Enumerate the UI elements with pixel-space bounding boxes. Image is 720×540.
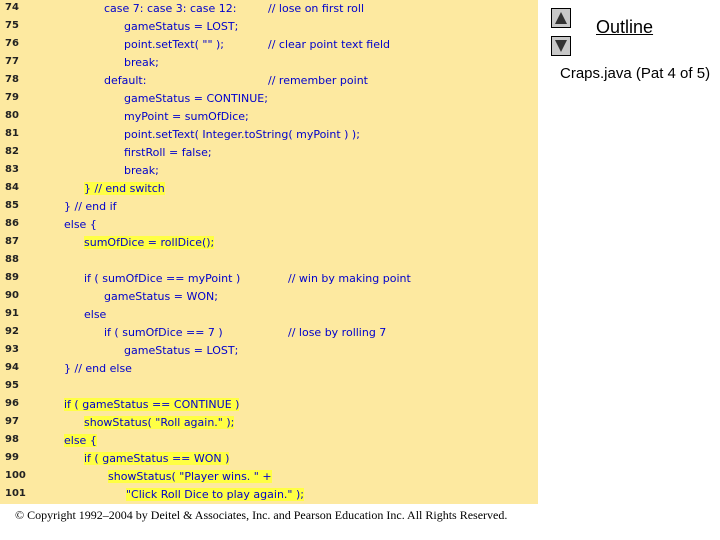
code-text-highlighted: } // end switch [84,182,165,195]
code-line: 91 else [0,306,538,324]
code-text: case 7: case 3: case 12: [104,2,237,15]
code-text-highlighted: "Click Roll Dice to play again." ); [126,488,304,501]
code-line: 75 gameStatus = LOST; [0,18,538,36]
code-comment: // lose on first roll [268,2,365,15]
line-number: 82 [5,146,19,157]
line-number: 85 [5,200,19,211]
code-line: 80 myPoint = sumOfDice; [0,108,538,126]
line-number: 77 [5,56,19,67]
line-number: 94 [5,362,19,373]
triangle-down-icon [555,40,567,52]
slide-subtitle: Craps.java (Pat 4 of 5) [560,65,711,82]
code-text: } // end if [64,200,117,213]
code-line: 86 else { [0,216,538,234]
line-number: 83 [5,164,19,175]
code-line: 89 if ( sumOfDice == myPoint ) // win by… [0,270,538,288]
code-line: 77 break; [0,54,538,72]
code-text: myPoint = sumOfDice; [124,110,249,123]
code-line: 76 point.setText( "" ); // clear point t… [0,36,538,54]
code-text: firstRoll = false; [124,146,212,159]
code-text: gameStatus = CONTINUE; [124,92,268,105]
code-text: gameStatus = LOST; [124,344,239,357]
line-number: 79 [5,92,19,103]
code-line: 85 } // end if [0,198,538,216]
code-text: break; [124,56,159,69]
code-text-highlighted: else { [64,434,97,447]
code-text: point.setText( "" ); [124,38,225,51]
code-text-highlighted: if ( gameStatus == WON ) [84,452,230,465]
code-line: 87 sumOfDice = rollDice(); [0,234,538,252]
code-text-highlighted: showStatus( "Roll again." ); [84,416,235,429]
copyright-notice: © Copyright 1992–2004 by Deitel & Associ… [15,508,508,522]
code-line: 90 gameStatus = WON; [0,288,538,306]
line-number: 97 [5,416,19,427]
code-line: 79 gameStatus = CONTINUE; [0,90,538,108]
code-line: 95 [0,378,538,396]
code-text: gameStatus = LOST; [124,20,239,33]
code-text: break; [124,164,159,177]
previous-slide-button[interactable] [551,8,571,28]
code-line: 74 case 7: case 3: case 12: // lose on f… [0,0,538,18]
line-number: 75 [5,20,19,31]
line-number: 98 [5,434,19,445]
line-number: 101 [5,488,26,499]
code-text-highlighted: if ( gameStatus == CONTINUE ) [64,398,240,411]
code-text-highlighted: sumOfDice = rollDice(); [84,236,215,249]
line-number: 80 [5,110,19,121]
line-number: 99 [5,452,19,463]
code-line: 100 showStatus( "Player wins. " + [0,468,538,486]
code-listing-panel: 74 case 7: case 3: case 12: // lose on f… [0,0,538,504]
code-line: 93 gameStatus = LOST; [0,342,538,360]
line-number: 87 [5,236,19,247]
line-number: 81 [5,128,19,139]
code-line: 96 if ( gameStatus == CONTINUE ) [0,396,538,414]
code-text: else { [64,218,97,231]
outline-link[interactable]: Outline [596,17,653,38]
code-text: if ( sumOfDice == 7 ) [104,326,223,339]
line-number: 88 [5,254,19,265]
code-comment: // clear point text field [268,38,391,51]
next-slide-button[interactable] [551,36,571,56]
code-line: 81 point.setText( Integer.toString( myPo… [0,126,538,144]
code-line: 98 else { [0,432,538,450]
code-text: default: [104,74,147,87]
code-line: 99 if ( gameStatus == WON ) [0,450,538,468]
code-comment: // win by making point [288,272,411,285]
line-number: 90 [5,290,19,301]
line-number: 84 [5,182,19,193]
code-text: point.setText( Integer.toString( myPoint… [124,128,360,141]
code-line: 78 default: // remember point [0,72,538,90]
line-number: 91 [5,308,19,319]
code-line: 101 "Click Roll Dice to play again." ); [0,486,538,504]
line-number: 89 [5,272,19,283]
line-number: 96 [5,398,19,409]
triangle-up-icon [555,12,567,24]
line-number: 78 [5,74,19,85]
line-number: 93 [5,344,19,355]
code-comment: // lose by rolling 7 [288,326,387,339]
code-line: 94 } // end else [0,360,538,378]
line-number: 74 [5,2,19,13]
code-text: gameStatus = WON; [104,290,218,303]
line-number: 92 [5,326,19,337]
code-line: 92 if ( sumOfDice == 7 ) // lose by roll… [0,324,538,342]
code-text: if ( sumOfDice == myPoint ) [84,272,241,285]
code-text: else [84,308,107,321]
code-line: 97 showStatus( "Roll again." ); [0,414,538,432]
code-line: 83 break; [0,162,538,180]
code-text: } // end else [64,362,132,375]
line-number: 95 [5,380,19,391]
code-line: 88 [0,252,538,270]
code-line: 82 firstRoll = false; [0,144,538,162]
code-text-highlighted: showStatus( "Player wins. " + [108,470,272,483]
line-number: 100 [5,470,26,481]
code-comment: // remember point [268,74,368,87]
line-number: 76 [5,38,19,49]
line-number: 86 [5,218,19,229]
code-line: 84 } // end switch [0,180,538,198]
